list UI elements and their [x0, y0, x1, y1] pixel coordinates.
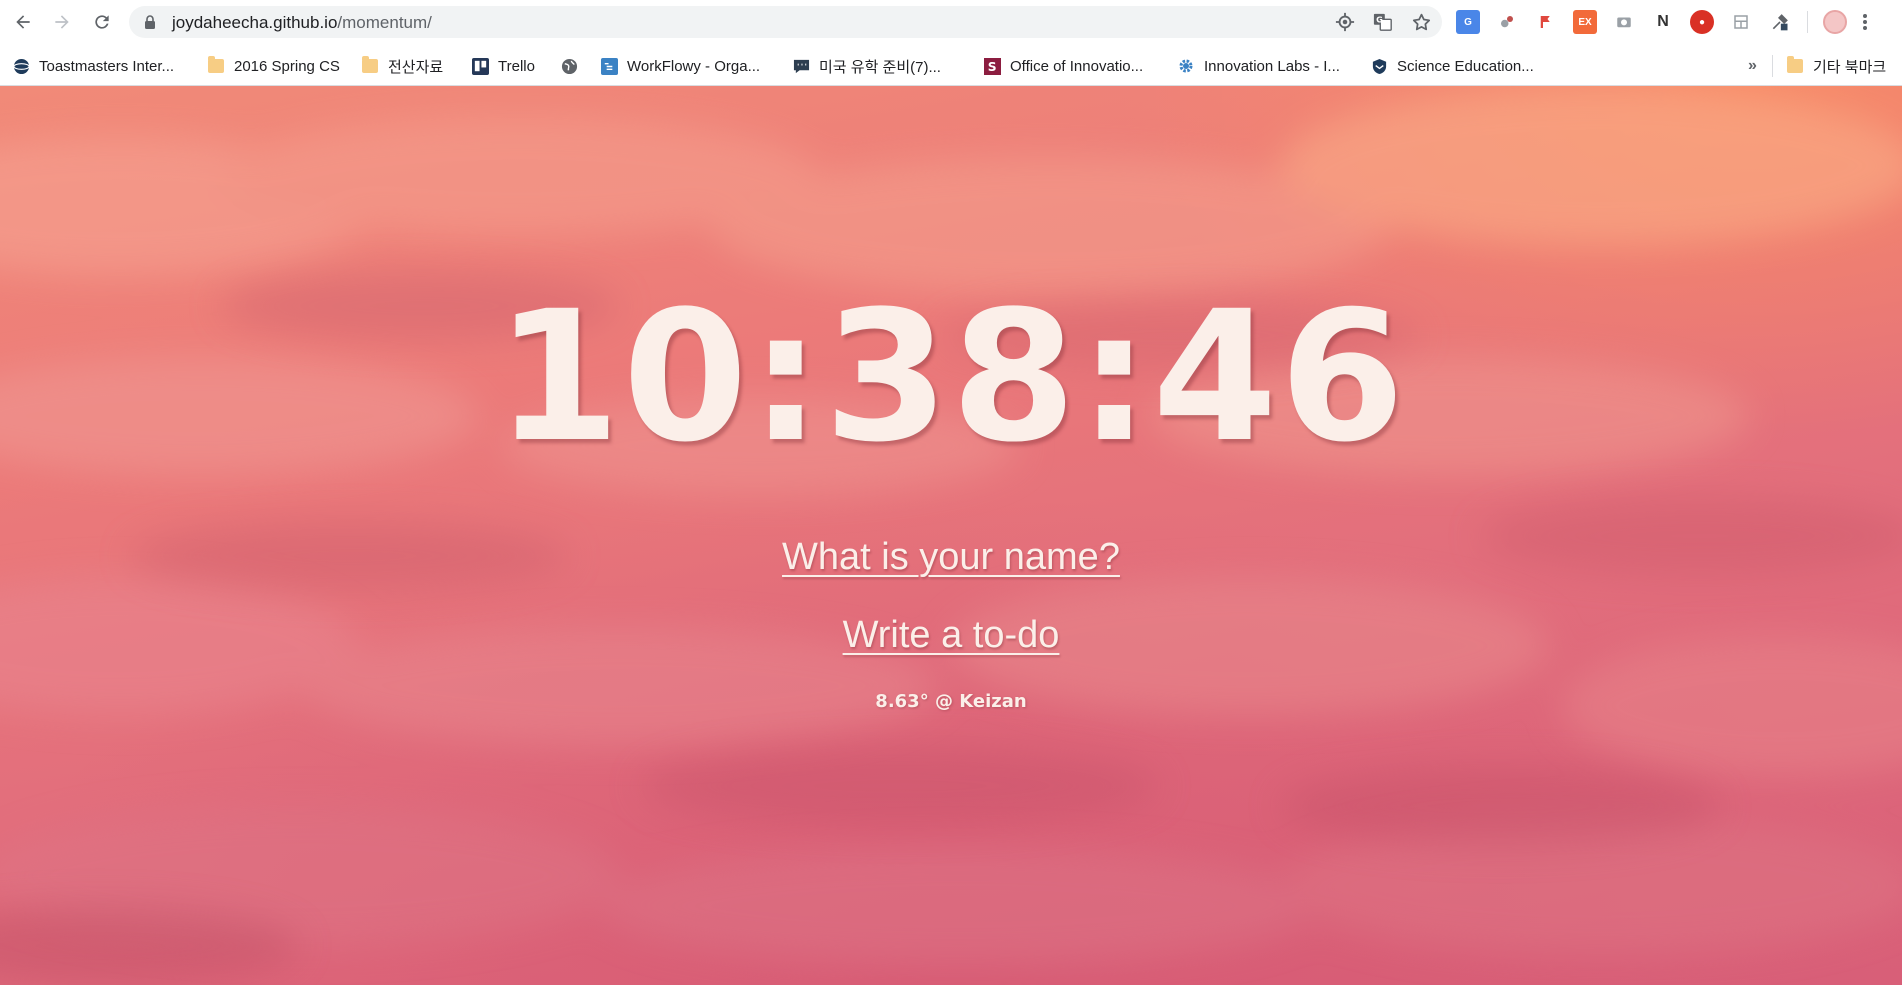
reload-button[interactable] [90, 10, 114, 34]
bookmark-label: Innovation Labs - I... [1204, 57, 1340, 75]
s-logo-icon: S [983, 57, 1001, 75]
bookmark-label: Trello [498, 57, 535, 75]
arrow-right-icon [55, 15, 69, 29]
bookmark-label: Science Education... [1397, 57, 1534, 75]
url-text[interactable]: joydaheecha.github.io/momentum/ [172, 13, 432, 33]
overflow-label: » [1748, 57, 1757, 74]
bookmark-toastmasters[interactable]: Toastmasters Inter... [12, 55, 174, 77]
trello-icon [471, 57, 489, 75]
settings-extension-icon[interactable] [1495, 10, 1519, 34]
forward-button[interactable] [50, 10, 74, 34]
momentum-page: 10:38:46 What is your name? Write a to-d… [0, 86, 1902, 985]
url-path: /momentum/ [337, 13, 432, 32]
folder-icon [207, 56, 225, 75]
ex-extension-icon[interactable]: EX [1573, 10, 1597, 34]
translate-icon[interactable]: G [1372, 11, 1394, 33]
gear-icon [1177, 57, 1195, 75]
bookmark-label: 기타 북마크 [1813, 58, 1887, 76]
svg-text:S: S [987, 60, 996, 74]
bookmark-innovation-labs[interactable]: Innovation Labs - I... [1177, 55, 1340, 77]
bookmark-office-of-innovation[interactable]: S Office of Innovatio... [983, 55, 1143, 77]
camera-extension-icon[interactable] [1612, 10, 1636, 34]
workflowy-icon [600, 57, 618, 75]
bookmark-science-education[interactable]: Science Education... [1370, 55, 1534, 77]
bookmark-label: Toastmasters Inter... [39, 57, 175, 75]
folder-icon [361, 56, 379, 75]
bookmark-label: Office of Innovatio... [1010, 57, 1144, 75]
omnibox-actions: G [1334, 11, 1432, 33]
bookmark-label: 전산자료 [388, 58, 444, 76]
shield-icon [1370, 57, 1388, 75]
bookmark-label: WorkFlowy - Orga... [627, 57, 761, 75]
bookmark-star-icon[interactable] [1410, 11, 1432, 33]
flag-extension-icon[interactable] [1534, 10, 1558, 34]
address-bar[interactable]: joydaheecha.github.io/momentum/ G [129, 6, 1442, 38]
bookmark-globe[interactable] [560, 55, 587, 77]
eyedropper-extension-icon[interactable] [1768, 10, 1792, 34]
toolbar-separator [1807, 11, 1808, 33]
name-prompt-link[interactable]: What is your name? [0, 536, 1902, 579]
browser-chrome: joydaheecha.github.io/momentum/ G G EX N… [0, 0, 1902, 86]
profile-avatar[interactable] [1823, 10, 1847, 34]
bookmarks-overflow-button[interactable]: » [1748, 55, 1757, 77]
folder-icon [1786, 56, 1804, 75]
layout-extension-icon[interactable] [1729, 10, 1753, 34]
back-button[interactable] [11, 10, 35, 34]
bookmark-computing-materials[interactable]: 전산자료 [361, 55, 443, 77]
red-circle-extension-icon[interactable]: ● [1690, 10, 1714, 34]
url-host: joydaheecha.github.io [172, 13, 338, 32]
todo-prompt-link[interactable]: Write a to-do [0, 614, 1902, 657]
bookmarks-bar: Toastmasters Inter... 2016 Spring CS 전산자… [0, 45, 1902, 86]
reload-icon [95, 15, 109, 29]
bookmark-label: 미국 유학 준비(7)... [819, 58, 941, 76]
browser-menu-button[interactable] [1862, 11, 1868, 33]
bookmark-trello[interactable]: Trello [471, 55, 535, 77]
notion-extension-icon[interactable]: N [1651, 10, 1675, 34]
translate-extension-icon[interactable]: G [1456, 10, 1480, 34]
globe-icon [560, 57, 578, 75]
bookmark-other-bookmarks[interactable]: 기타 북마크 [1786, 55, 1886, 77]
lock-icon [145, 15, 155, 29]
weather-readout: 8.63° @ Keizan [875, 691, 1027, 712]
extensions-bar: G EX N ● [1456, 9, 1868, 35]
browser-toolbar: joydaheecha.github.io/momentum/ G G EX N… [0, 0, 1902, 45]
chat-icon [792, 57, 810, 75]
bookmark-us-study-prep[interactable]: 미국 유학 준비(7)... [792, 55, 941, 77]
bookmarks-separator [1772, 55, 1773, 77]
location-icon[interactable] [1334, 11, 1356, 33]
bookmark-2016-spring-cs[interactable]: 2016 Spring CS [207, 55, 340, 77]
arrow-left-icon [16, 15, 30, 29]
bookmark-workflowy[interactable]: WorkFlowy - Orga... [600, 55, 760, 77]
clock-display: 10:38:46 [495, 273, 1407, 482]
bookmark-label: 2016 Spring CS [234, 57, 340, 75]
svg-text:G: G [1376, 14, 1383, 24]
globe-icon [12, 57, 30, 75]
